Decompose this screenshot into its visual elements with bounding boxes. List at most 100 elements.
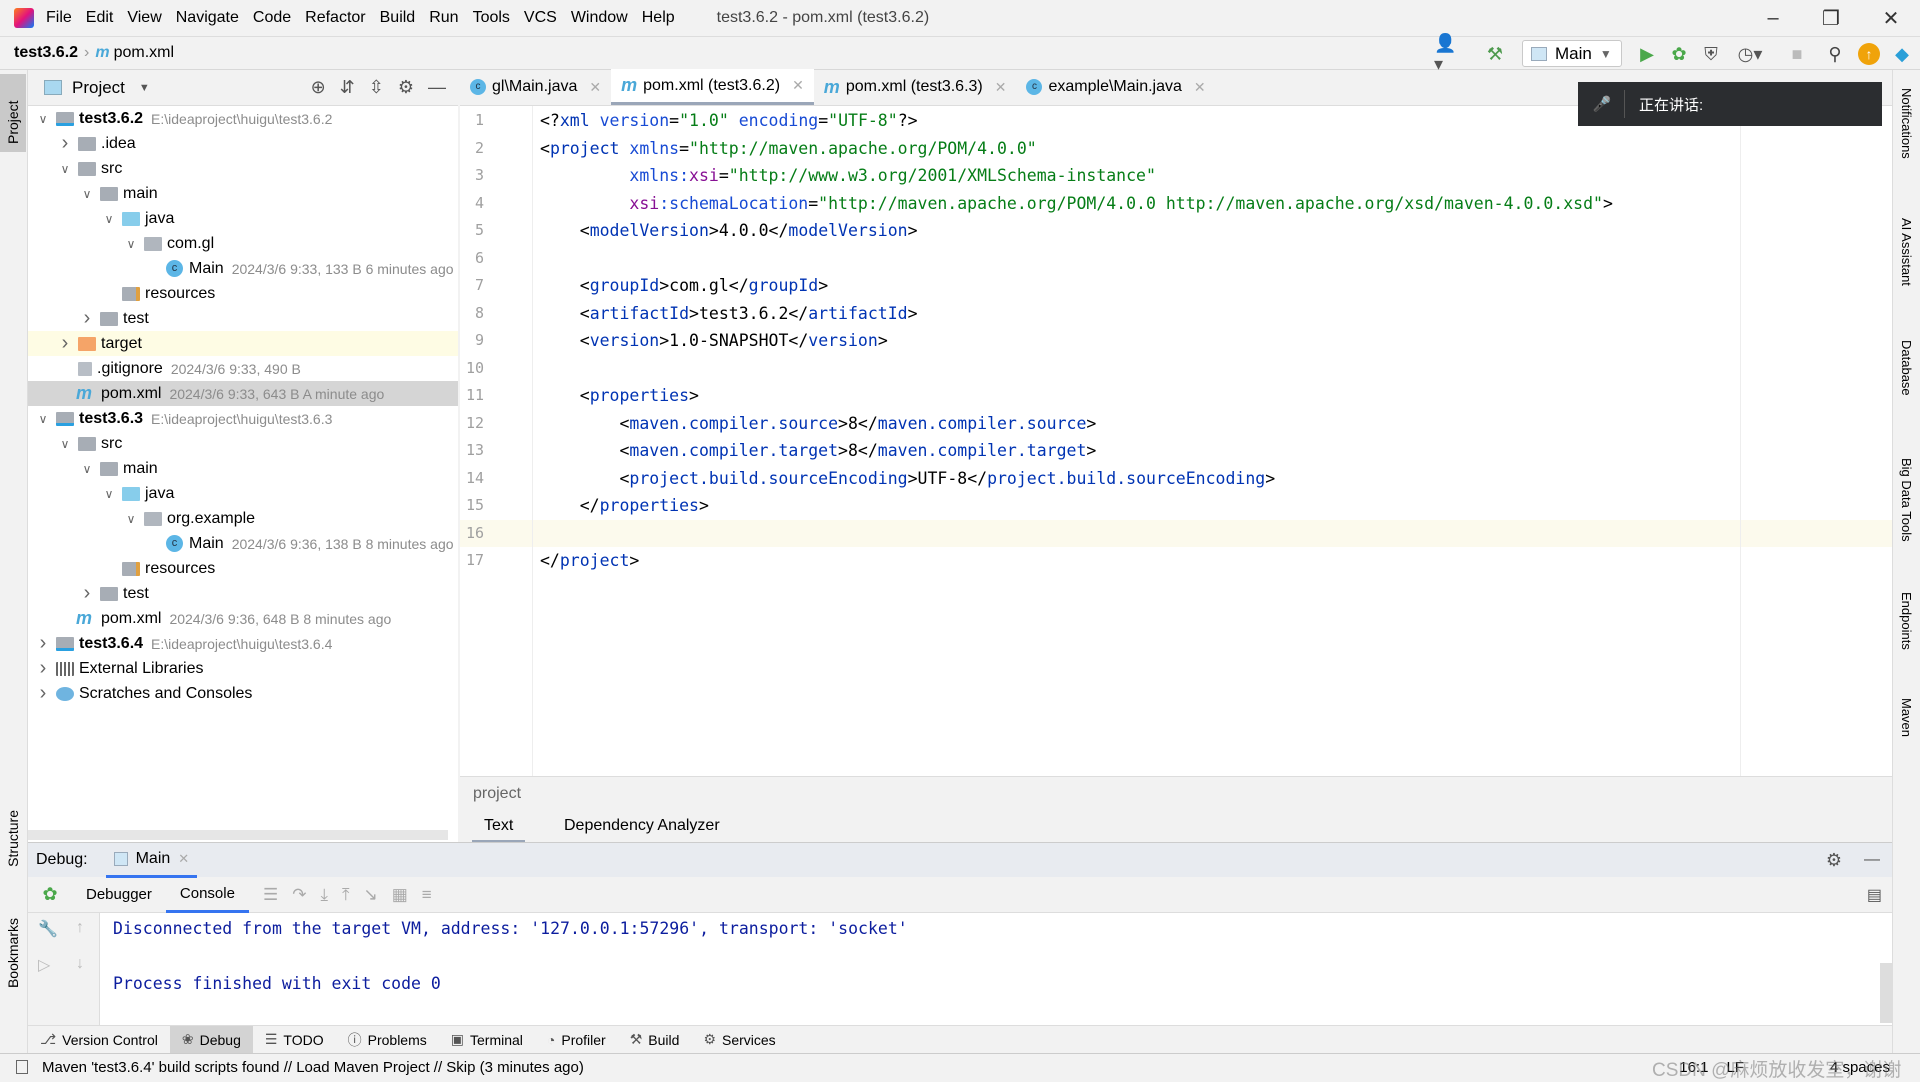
resume-icon[interactable]: ▷ — [38, 955, 50, 975]
close-icon[interactable]: ✕ — [995, 79, 1007, 96]
close-window-button[interactable]: ✕ — [1862, 0, 1920, 36]
chevron-down-icon[interactable]: ▼ — [139, 82, 150, 94]
breadcrumb-file[interactable]: pom.xml — [114, 44, 174, 62]
run-icon[interactable]: ▶ — [1634, 42, 1660, 66]
tree-item[interactable]: resources — [28, 281, 458, 306]
tool-project[interactable]: Project — [0, 74, 26, 152]
chevron-right-icon[interactable]: › — [80, 582, 94, 605]
editor-tab[interactable]: c example\Main.java ✕ — [1016, 69, 1215, 105]
layout-icon[interactable]: ▤ — [1867, 885, 1882, 905]
menu-help[interactable]: Help — [640, 9, 677, 27]
tree-item[interactable]: › test — [28, 306, 458, 331]
editor-tab[interactable]: c gl\Main.java ✕ — [460, 69, 611, 105]
tree-item[interactable]: m pom.xml 2024/3/6 9:36, 648 B 8 minutes a… — [28, 606, 458, 631]
hide-icon[interactable]: — — [428, 77, 446, 98]
tree-item[interactable]: ∨ test3.6.3 E:\ideaproject\huigu\test3.6.3 — [28, 406, 458, 431]
tool-maven[interactable]: Maven — [1899, 698, 1914, 737]
tool-bookmarks[interactable]: Bookmarks — [5, 918, 21, 988]
coverage-icon[interactable]: ⛨ — [1698, 42, 1724, 66]
chevron-right-icon[interactable]: › — [80, 307, 94, 330]
project-view-select[interactable]: Project — [72, 78, 125, 98]
tool-todo[interactable]: ☰ TODO — [253, 1026, 336, 1054]
close-icon[interactable]: ✕ — [178, 851, 189, 867]
tree-item[interactable]: › target — [28, 331, 458, 356]
menu-code[interactable]: Code — [251, 9, 293, 27]
tool-big-data-tools[interactable]: Big Data Tools — [1899, 458, 1914, 542]
tree-item[interactable]: resources — [28, 556, 458, 581]
chevron-down-icon[interactable]: ∨ — [102, 487, 116, 501]
tab-console[interactable]: Console — [165, 877, 249, 913]
chevron-down-icon[interactable]: ∨ — [36, 412, 50, 426]
tool-database[interactable]: Database — [1899, 340, 1914, 396]
run-to-cursor-icon[interactable]: ↘ — [363, 885, 377, 905]
tree-item[interactable]: ∨ java — [28, 206, 458, 231]
gear-icon[interactable]: ⚙ — [398, 77, 414, 98]
gear-icon[interactable]: ⚙ — [1826, 850, 1842, 871]
tool-endpoints[interactable]: Endpoints — [1899, 592, 1914, 650]
trace-icon[interactable]: ≡ — [422, 885, 432, 905]
tree-item[interactable]: ∨ test3.6.2 E:\ideaproject\huigu\test3.6.2 — [28, 106, 458, 131]
chevron-right-icon[interactable]: › — [36, 682, 50, 705]
tree-item[interactable]: ∨ main — [28, 181, 458, 206]
step-out-icon[interactable]: ⤒ — [342, 885, 350, 905]
locate-icon[interactable]: ⊕ — [311, 77, 326, 98]
console-output[interactable]: Disconnected from the target VM, address… — [100, 913, 1892, 1025]
menu-icon[interactable]: ☰ — [263, 885, 278, 905]
hide-icon[interactable]: — — [1864, 851, 1880, 869]
menu-refactor[interactable]: Refactor — [303, 9, 367, 27]
tree-item[interactable]: ∨ src — [28, 156, 458, 181]
chevron-down-icon[interactable]: ∨ — [58, 437, 72, 451]
menu-build[interactable]: Build — [378, 9, 418, 27]
chevron-down-icon[interactable]: ∨ — [36, 112, 50, 126]
menu-navigate[interactable]: Navigate — [174, 9, 241, 27]
tree-horizontal-scrollbar[interactable] — [28, 830, 448, 840]
evaluate-icon[interactable]: ▦ — [392, 885, 408, 905]
tool-build[interactable]: ⚒ Build — [618, 1026, 692, 1054]
step-over-icon[interactable]: ↷ — [292, 885, 306, 905]
update-icon[interactable]: ↑ — [1858, 43, 1880, 65]
menu-view[interactable]: View — [125, 9, 163, 27]
editor-tab[interactable]: m pom.xml (test3.6.3) ✕ — [814, 69, 1017, 105]
chevron-down-icon[interactable]: ∨ — [124, 237, 138, 251]
editor-tab[interactable]: m pom.xml (test3.6.2) ✕ — [611, 69, 814, 105]
console-scrollbar[interactable] — [1880, 963, 1892, 1023]
tool-debug[interactable]: ❀ Debug — [169, 1025, 253, 1054]
debug-bug-icon[interactable]: ✿ — [28, 884, 72, 905]
search-icon[interactable]: ⚲ — [1822, 42, 1848, 66]
chevron-down-icon[interactable]: ∨ — [124, 512, 138, 526]
chevron-right-icon[interactable]: › — [36, 632, 50, 655]
tree-item[interactable]: c Main 2024/3/6 9:36, 138 B 8 minutes ago — [28, 531, 458, 556]
down-arrow-icon[interactable]: ↓ — [76, 955, 84, 973]
status-message[interactable]: Maven 'test3.6.4' build scripts found //… — [42, 1059, 584, 1076]
menu-file[interactable]: File — [44, 9, 74, 27]
close-icon[interactable]: ✕ — [1194, 79, 1206, 96]
tool-services[interactable]: ⚙ Services — [691, 1026, 787, 1054]
account-icon[interactable]: 👤▾ — [1434, 33, 1464, 74]
menu-window[interactable]: Window — [569, 9, 630, 27]
tree-item[interactable]: m pom.xml 2024/3/6 9:33, 643 B A minute ag… — [28, 381, 458, 406]
profile-icon[interactable]: ◷▾ — [1730, 42, 1770, 66]
tree-item[interactable]: › test3.6.4 E:\ideaproject\huigu\test3.6.4 — [28, 631, 458, 656]
tree-item[interactable]: ∨ main — [28, 456, 458, 481]
close-icon[interactable]: ✕ — [589, 79, 601, 96]
menu-tools[interactable]: Tools — [471, 9, 512, 27]
run-configuration-select[interactable]: Main ▼ — [1522, 40, 1622, 67]
tree-item[interactable]: › External Libraries — [28, 656, 458, 681]
tree-item[interactable]: › Scratches and Consoles — [28, 681, 458, 706]
chevron-right-icon[interactable]: › — [58, 332, 72, 355]
chevron-right-icon[interactable]: › — [58, 132, 72, 155]
up-arrow-icon[interactable]: ↑ — [76, 919, 84, 937]
breadcrumb-project[interactable]: test3.6.2 — [14, 44, 78, 62]
expand-all-icon[interactable]: ⇵ — [340, 77, 355, 98]
tab-debugger[interactable]: Debugger — [72, 877, 166, 913]
menu-edit[interactable]: Edit — [84, 9, 116, 27]
chevron-right-icon[interactable]: › — [36, 657, 50, 680]
tool-version-control[interactable]: ⎇ Version Control — [28, 1026, 170, 1054]
debug-icon[interactable]: ✿ — [1666, 42, 1692, 66]
tool-ai-assistant[interactable]: AI Assistant — [1899, 218, 1914, 286]
tool-terminal[interactable]: ▣ Terminal — [439, 1026, 535, 1054]
tree-item[interactable]: › test — [28, 581, 458, 606]
xml-breadcrumb[interactable]: project — [473, 785, 521, 803]
tree-item[interactable]: ∨ com.gl — [28, 231, 458, 256]
wrench-icon[interactable]: 🔧 — [38, 919, 58, 939]
